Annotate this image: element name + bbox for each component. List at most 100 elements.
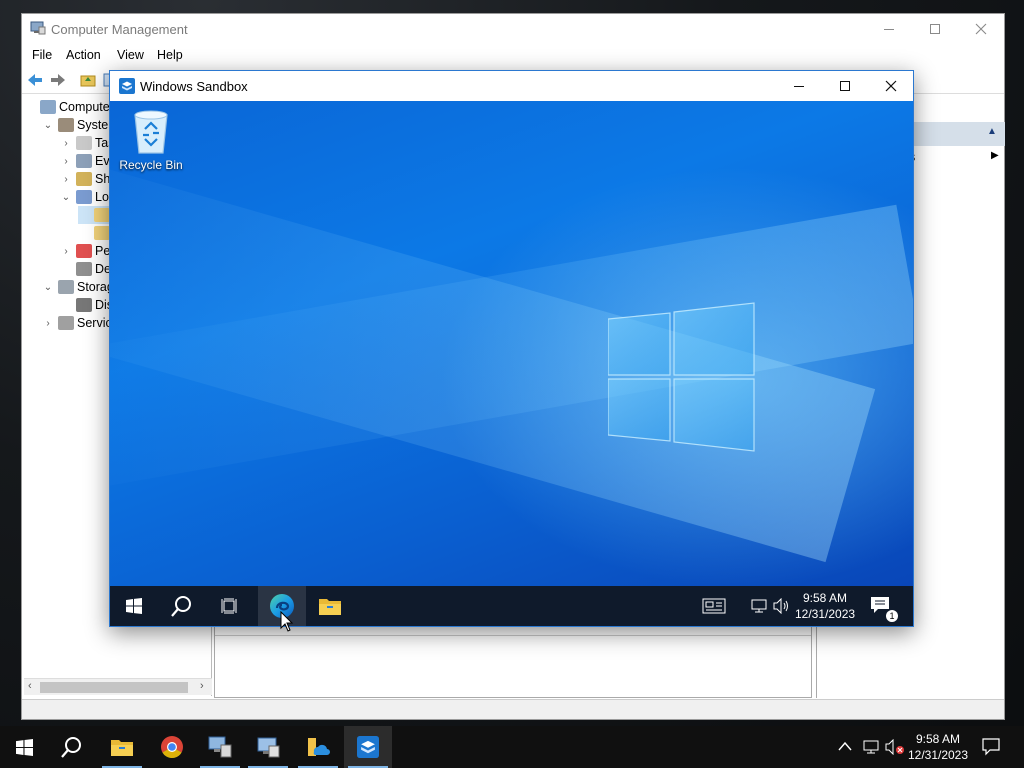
sandbox-task-view-button[interactable] (206, 586, 254, 626)
folder-icon (94, 226, 110, 240)
sandbox-window-title: Windows Sandbox (140, 79, 248, 94)
collapse-up-icon[interactable]: ▲ (987, 126, 997, 137)
up-one-level-button[interactable] (78, 70, 98, 90)
menu-action[interactable]: Action (66, 48, 101, 62)
cm-close-button[interactable] (958, 14, 1004, 44)
search-icon (61, 737, 81, 758)
search-icon (171, 596, 191, 617)
taskbar-onedrive-folder[interactable] (294, 726, 342, 768)
menu-help[interactable]: Help (157, 48, 183, 62)
sandbox-desktop[interactable]: Recycle Bin (110, 101, 913, 586)
recycle-bin-icon (134, 110, 168, 154)
sandbox-clock[interactable]: 9:58 AM 12/31/2023 (795, 590, 855, 622)
device-manager-icon (76, 262, 92, 276)
host-clock-date: 12/31/2023 (907, 748, 969, 762)
sandbox-app-icon (357, 736, 379, 758)
storage-icon (58, 280, 74, 294)
computer-management-icon (40, 100, 56, 114)
local-users-icon (76, 190, 92, 204)
cm-statusbar (22, 699, 1004, 719)
sandbox-file-explorer-button[interactable] (306, 586, 354, 626)
sandbox-volume-icon[interactable] (773, 597, 791, 615)
sandbox-taskbar: 9:58 AM 12/31/2023 1 (110, 586, 913, 626)
system-tools-icon (58, 118, 74, 132)
chevron-right-icon[interactable]: › (60, 156, 72, 167)
cm-window-title: Computer Management (51, 22, 188, 37)
cm-titlebar[interactable]: Computer Management (22, 14, 1004, 44)
sandbox-maximize-button[interactable] (822, 71, 868, 101)
back-button[interactable] (25, 70, 45, 90)
close-icon (975, 23, 987, 35)
scrollbar-thumb[interactable] (40, 682, 188, 693)
maximize-icon (930, 24, 940, 34)
sandbox-titlebar[interactable]: Windows Sandbox (110, 71, 913, 101)
cm-minimize-button[interactable] (866, 14, 912, 44)
chrome-browser-icon (161, 736, 183, 758)
notification-count-badge: 1 (886, 610, 898, 622)
task-view-icon (221, 598, 237, 614)
taskbar-windows-sandbox[interactable] (344, 726, 392, 768)
chevron-down-icon[interactable]: ⌄ (42, 120, 54, 131)
minimize-icon (884, 28, 894, 30)
windows-logo-wallpaper (608, 302, 755, 452)
recycle-bin-label: Recycle Bin (119, 158, 183, 172)
taskbar-remote-desktop[interactable] (196, 726, 244, 768)
search-button[interactable] (48, 726, 96, 768)
sandbox-start-button[interactable] (110, 586, 158, 626)
close-icon (885, 80, 897, 92)
taskbar-chrome[interactable] (148, 726, 196, 768)
folder-up-icon (80, 75, 96, 87)
cm-maximize-button[interactable] (912, 14, 958, 44)
chevron-right-icon[interactable]: › (60, 246, 72, 257)
sandbox-news-button[interactable] (690, 586, 738, 626)
services-icon (58, 316, 74, 330)
details-pane-divider (215, 626, 811, 636)
forward-button[interactable] (48, 70, 68, 90)
news-icon (702, 598, 726, 614)
submenu-arrow-icon: ▶ (991, 150, 999, 161)
scroll-right-icon[interactable]: › (200, 680, 204, 692)
chevron-right-icon[interactable]: › (42, 318, 54, 329)
menu-file[interactable]: File (32, 48, 52, 62)
sandbox-app-icon (119, 78, 135, 94)
taskbar-computer-management[interactable] (244, 726, 292, 768)
recycle-bin-shortcut[interactable]: Recycle Bin (118, 109, 184, 177)
sandbox-close-button[interactable] (868, 71, 914, 101)
scroll-left-icon[interactable]: ‹ (28, 680, 32, 692)
chevron-up-icon (838, 741, 852, 751)
disk-management-icon (76, 298, 92, 312)
sandbox-clock-date: 12/31/2023 (795, 607, 856, 621)
folder-cloud-icon (308, 738, 330, 756)
maximize-icon (840, 81, 850, 91)
chevron-down-icon[interactable]: ⌄ (42, 282, 54, 293)
task-scheduler-icon (76, 136, 92, 150)
file-explorer-icon (319, 599, 341, 615)
chevron-right-icon[interactable]: › (60, 174, 72, 185)
chevron-down-icon[interactable]: ⌄ (60, 192, 72, 203)
menu-view[interactable]: View (117, 48, 144, 62)
action-center-button[interactable] (982, 738, 1002, 756)
sandbox-network-icon[interactable] (750, 598, 768, 614)
chevron-right-icon[interactable]: › (60, 138, 72, 149)
windows-start-icon (15, 738, 33, 756)
host-clock[interactable]: 9:58 AM 12/31/2023 (900, 731, 976, 763)
show-hidden-icons-button[interactable] (838, 740, 854, 754)
host-taskbar: 9:58 AM 12/31/2023 (0, 726, 1024, 768)
host-clock-time: 9:58 AM (915, 732, 961, 746)
file-explorer-icon (111, 740, 133, 756)
details-pane (214, 626, 812, 698)
network-status-icon[interactable] (862, 739, 880, 755)
folder-icon (94, 208, 110, 222)
back-arrow-icon (28, 74, 42, 86)
taskbar-file-explorer[interactable] (98, 726, 146, 768)
minimize-icon (794, 85, 804, 87)
computer-management-icon (257, 737, 280, 758)
shared-folders-icon (76, 172, 92, 186)
start-button[interactable] (0, 726, 48, 768)
tree-horizontal-scrollbar[interactable]: ‹ › (24, 678, 212, 695)
sandbox-search-button[interactable] (158, 586, 206, 626)
windows-start-icon (126, 598, 142, 614)
event-viewer-icon (76, 154, 92, 168)
computer-management-icon (30, 21, 46, 35)
sandbox-minimize-button[interactable] (776, 71, 822, 101)
